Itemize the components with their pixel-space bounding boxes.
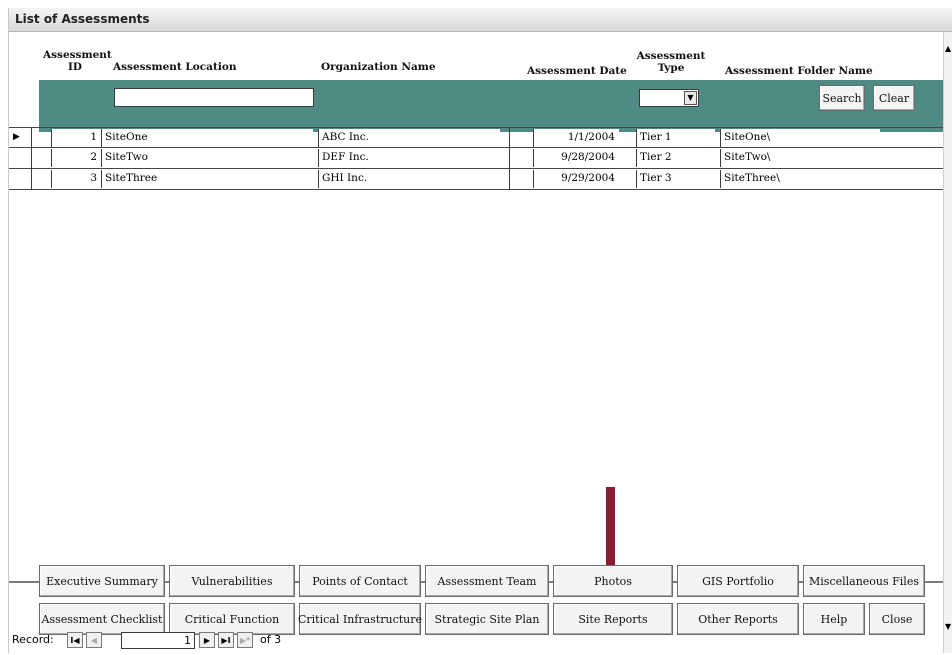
cell-type[interactable]: Tier 2 <box>636 149 715 167</box>
previous-record-icon[interactable]: ◀ <box>86 632 102 648</box>
vulnerabilities-button[interactable]: Vulnerabilities <box>169 565 295 597</box>
cell-organization[interactable]: ABC Inc. <box>318 129 500 147</box>
type-filter-select[interactable]: ▼ <box>639 89 699 107</box>
header-id-line2: ID <box>67 61 83 73</box>
window-title: List of Assessments <box>15 12 150 26</box>
form-body: Assessment ID Assessment Location Organi… <box>9 32 945 653</box>
cell-location[interactable]: SiteOne <box>101 129 313 147</box>
column-header-organization: Organization Name <box>321 61 436 73</box>
header-id-line1: Assessment <box>43 49 112 61</box>
column-header-id: Assessment ID <box>43 49 112 73</box>
clear-button[interactable]: Clear <box>873 85 915 111</box>
annotation-arrow-shaft <box>606 487 615 567</box>
executive-summary-button[interactable]: Executive Summary <box>39 565 165 597</box>
record-selector-icon[interactable]: ▶ <box>13 132 20 142</box>
filter-bar: ▼ Search Clear <box>39 80 945 132</box>
header-type-line2: Type <box>657 62 685 74</box>
column-header-location: Assessment Location <box>113 61 237 73</box>
cell-id[interactable]: 1 <box>51 129 101 147</box>
header-type-line1: Assessment <box>636 50 706 62</box>
new-record-icon[interactable]: ▶* <box>237 632 253 648</box>
photos-button[interactable]: Photos <box>553 565 673 597</box>
cell-date[interactable]: 9/28/2004 <box>533 149 619 167</box>
cell-date[interactable]: 9/29/2004 <box>533 170 619 188</box>
column-header-type: Assessment Type <box>633 50 709 74</box>
cell-folder[interactable]: SiteOne\ <box>720 129 880 147</box>
title-bar: List of Assessments <box>9 8 952 32</box>
table-row[interactable]: 3 SiteThree GHI Inc. 9/29/2004 Tier 3 Si… <box>9 169 943 190</box>
cell-organization[interactable]: GHI Inc. <box>318 170 500 188</box>
points-of-contact-button[interactable]: Points of Contact <box>299 565 421 597</box>
record-label: Record: <box>12 633 54 646</box>
cell-organization[interactable]: DEF Inc. <box>318 149 500 167</box>
cell-folder[interactable]: SiteThree\ <box>720 170 880 188</box>
column-header-folder: Assessment Folder Name <box>725 65 873 77</box>
column-header-date: Assessment Date <box>527 65 627 77</box>
search-button[interactable]: Search <box>819 85 865 111</box>
assessment-team-button[interactable]: Assessment Team <box>425 565 549 597</box>
cell-location[interactable]: SiteTwo <box>101 149 313 167</box>
current-record-input[interactable]: 1 <box>121 632 195 649</box>
first-record-icon[interactable]: I◀ <box>67 632 83 648</box>
scroll-down-icon[interactable]: ▼ <box>945 622 951 631</box>
last-record-icon[interactable]: ▶I <box>218 632 234 648</box>
cell-type[interactable]: Tier 1 <box>636 129 715 147</box>
cell-type[interactable]: Tier 3 <box>636 170 715 188</box>
miscellaneous-files-button[interactable]: Miscellaneous Files <box>803 565 925 597</box>
vertical-scrollbar[interactable]: ▲ ▼ <box>943 32 952 653</box>
record-navigator: Record: I◀ ◀ 1 ▶ ▶I ▶* of 3 <box>0 631 934 655</box>
cell-id[interactable]: 3 <box>51 170 101 188</box>
scroll-up-icon[interactable]: ▲ <box>945 44 951 53</box>
gis-portfolio-button[interactable]: GIS Portfolio <box>677 565 799 597</box>
location-filter-input[interactable] <box>114 88 314 107</box>
table-row[interactable]: ▶ 1 SiteOne ABC Inc. 1/1/2004 Tier 1 Sit… <box>9 127 943 149</box>
cell-location[interactable]: SiteThree <box>101 170 313 188</box>
record-count: of 3 <box>260 633 282 646</box>
chevron-down-icon[interactable]: ▼ <box>684 91 697 105</box>
cell-id[interactable]: 2 <box>51 149 101 167</box>
assessments-window: List of Assessments Assessment ID Assess… <box>8 8 952 653</box>
cell-date[interactable]: 1/1/2004 <box>533 129 619 147</box>
table-row[interactable]: 2 SiteTwo DEF Inc. 9/28/2004 Tier 2 Site… <box>9 148 943 169</box>
cell-folder[interactable]: SiteTwo\ <box>720 149 880 167</box>
next-record-icon[interactable]: ▶ <box>199 632 215 648</box>
